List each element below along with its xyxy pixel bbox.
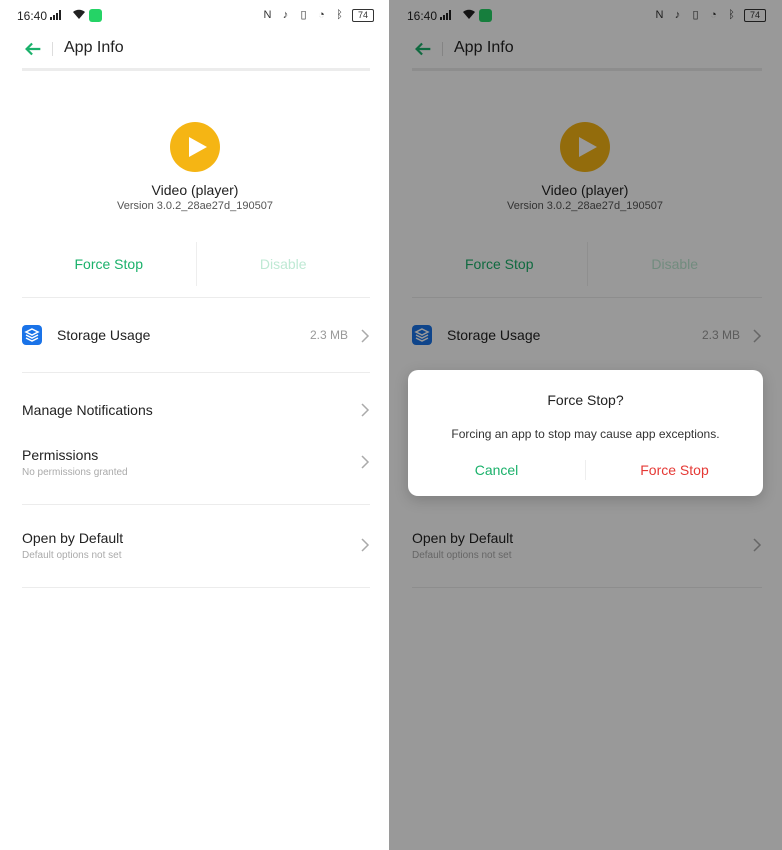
app-info-screen-with-dialog: 16:40 N ♪ ▯ ◔ ᛒ 74 App Info Video (playe… [390, 0, 782, 850]
wifi-icon [73, 9, 85, 19]
confirm-force-stop-button[interactable]: Force Stop [586, 462, 763, 478]
app-name: Video (player) [151, 182, 239, 198]
app-version: Version 3.0.2_28ae27d_190507 [117, 200, 273, 212]
signal-icon [50, 10, 61, 20]
storage-usage-label: Storage Usage [57, 327, 151, 343]
disable-button[interactable]: Disable [197, 242, 371, 286]
chevron-right-icon [361, 538, 370, 552]
chevron-right-icon [361, 329, 370, 343]
bluetooth-icon: ᛒ [336, 9, 343, 21]
app-info-screen: 16:40 N ♪ ▯ ◔ ᛒ 74 App Info Video (playe… [0, 0, 390, 850]
play-icon [189, 137, 207, 157]
chevron-right-icon [361, 403, 370, 417]
open-by-default-label: Open by Default [22, 530, 124, 546]
force-stop-dialog: Force Stop? Forcing an app to stop may c… [408, 370, 763, 496]
storage-usage-row[interactable]: Storage Usage 2.3 MB [22, 325, 370, 347]
open-by-default-sub: Default options not set [22, 550, 122, 561]
force-stop-button[interactable]: Force Stop [22, 242, 196, 286]
alarm-icon: ◔ [318, 9, 325, 21]
mute-icon: ♪ [282, 9, 289, 21]
divider [22, 372, 370, 373]
storage-layers-icon [22, 325, 42, 345]
status-bar: 16:40 N ♪ ▯ ◔ ᛒ 74 [0, 0, 390, 32]
appbar-divider [52, 42, 53, 56]
page-title: App Info [64, 39, 124, 56]
status-time: 16:40 [17, 9, 48, 23]
app-icon [170, 122, 220, 172]
permissions-row[interactable]: Permissions No permissions granted [22, 447, 370, 483]
chevron-right-icon [361, 455, 370, 469]
dialog-message: Forcing an app to stop may cause app exc… [451, 427, 720, 441]
action-row: Force Stop Disable [22, 242, 370, 286]
open-by-default-row[interactable]: Open by Default Default options not set [22, 530, 370, 566]
manage-notifications-label: Manage Notifications [22, 402, 153, 418]
divider [22, 297, 370, 298]
cancel-button[interactable]: Cancel [408, 462, 585, 478]
whatsapp-icon [89, 9, 102, 22]
back-arrow-icon[interactable] [22, 38, 44, 60]
permissions-sub: No permissions granted [22, 467, 128, 478]
vibrate-icon: ▯ [300, 9, 307, 21]
nfc-icon: N [263, 9, 272, 21]
header-divider [22, 68, 370, 71]
divider [22, 504, 370, 505]
storage-size: 2.3 MB [309, 328, 348, 342]
dialog-title: Force Stop? [547, 392, 624, 408]
permissions-label: Permissions [22, 447, 99, 463]
manage-notifications-row[interactable]: Manage Notifications [22, 402, 370, 422]
battery-icon: 74 [352, 9, 374, 22]
divider [22, 587, 370, 588]
app-bar: App Info [0, 32, 390, 68]
